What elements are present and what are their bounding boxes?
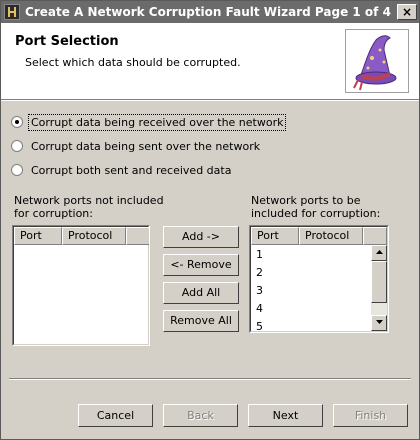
page-title: Port Selection	[15, 34, 119, 49]
wizard-header: Port Selection Select which data should …	[1, 23, 419, 100]
radio-label[interactable]: Corrupt both sent and received data	[29, 163, 233, 178]
cancel-button[interactable]: Cancel	[78, 404, 153, 427]
list-item[interactable]: 1	[256, 246, 263, 264]
header-divider	[1, 100, 419, 101]
remove-button[interactable]: <- Remove	[163, 254, 239, 276]
included-ports-list[interactable]: Port Protocol 1 2 3 4 5	[249, 225, 389, 333]
title-bar[interactable]: Create A Network Corruption Fault Wizard…	[1, 1, 419, 23]
finish-button[interactable]: Finish	[333, 404, 408, 427]
radio-button[interactable]	[11, 116, 23, 128]
included-label-line2: included for corruption:	[251, 207, 381, 220]
included-ports-label: Network ports to be included for corrupt…	[251, 194, 380, 220]
wizard-hat-icon	[345, 29, 409, 93]
add-all-button[interactable]: Add All	[163, 282, 239, 304]
scroll-thumb[interactable]	[371, 261, 387, 303]
add-button[interactable]: Add ->	[163, 226, 239, 248]
next-button[interactable]: Next	[248, 404, 323, 427]
close-button[interactable]: ×	[397, 4, 417, 20]
radio-label[interactable]: Corrupt data being received over the net…	[27, 114, 287, 131]
excluded-ports-label: Network ports not included for corruptio…	[14, 194, 164, 220]
column-header-filler	[363, 227, 387, 245]
arrow-up-icon	[375, 250, 383, 254]
excluded-ports-list[interactable]: Port Protocol	[12, 225, 150, 346]
window-title: Create A Network Corruption Fault Wizard…	[25, 5, 391, 19]
included-label-line1: Network ports to be	[251, 194, 361, 207]
page-subtitle: Select which data should be corrupted.	[25, 56, 241, 69]
radio-button[interactable]	[11, 140, 23, 152]
radio-button[interactable]	[11, 164, 23, 176]
scroll-up-button[interactable]	[371, 245, 387, 261]
column-header-port[interactable]: Port	[251, 227, 299, 245]
excluded-label-line2: for corruption:	[14, 207, 93, 220]
footer-divider	[9, 378, 411, 380]
column-header-port[interactable]: Port	[14, 227, 62, 245]
radio-label[interactable]: Corrupt data being sent over the network	[29, 139, 262, 154]
list-frame: Port Protocol	[13, 226, 149, 345]
column-header-protocol[interactable]: Protocol	[62, 227, 126, 245]
list-item[interactable]: 2	[256, 264, 263, 282]
list-item[interactable]: 5	[256, 318, 263, 332]
remove-all-button[interactable]: Remove All	[163, 310, 239, 332]
column-header-filler	[126, 227, 149, 245]
list-frame: Port Protocol 1 2 3 4 5	[250, 226, 388, 332]
wizard-window: Create A Network Corruption Fault Wizard…	[0, 0, 420, 440]
arrow-down-icon	[375, 320, 383, 324]
scroll-down-button[interactable]	[371, 315, 387, 331]
vertical-scrollbar[interactable]	[371, 245, 387, 331]
list-item[interactable]: 3	[256, 282, 263, 300]
column-header-protocol[interactable]: Protocol	[299, 227, 363, 245]
back-button[interactable]: Back	[163, 404, 238, 427]
app-icon	[4, 4, 20, 20]
list-item[interactable]: 4	[256, 300, 263, 318]
excluded-label-line1: Network ports not included	[14, 194, 164, 207]
